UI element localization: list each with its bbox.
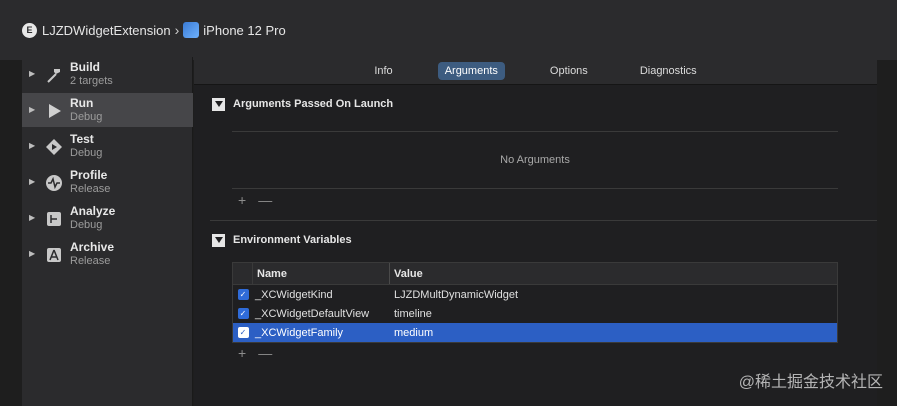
chevron-right-icon: › [174,22,180,38]
action-title: Analyze [70,204,116,218]
enabled-checkbox[interactable]: ✓ [237,289,249,300]
scheme-actions-sidebar: ▶ Build 2 targets ▶ Run Debug ▶ Test Deb… [22,57,193,406]
enabled-checkbox[interactable]: ✓ [237,327,249,338]
action-title: Test [70,132,94,146]
disclosure-icon[interactable]: ▶ [29,213,41,222]
disclosure-triangle-icon[interactable] [212,97,225,111]
action-subtitle: Debug [70,219,103,231]
archive-icon [44,245,64,265]
environment-section-header[interactable]: Environment Variables [212,232,352,248]
arguments-add-remove: + — [238,192,272,208]
action-subtitle: Debug [70,147,103,159]
scheme-bar: E LJZDWidgetExtension › iPhone 12 Pro [0,0,897,60]
sidebar-item-profile[interactable]: ▶ Profile Release [22,165,193,199]
tab-arguments[interactable]: Arguments [437,61,505,80]
add-argument-button[interactable]: + [238,192,246,208]
play-icon [44,101,64,121]
env-value[interactable]: medium [390,327,837,339]
env-name[interactable]: _XCWidgetFamily [253,327,390,339]
tab-info[interactable]: Info [367,62,399,80]
action-subtitle: Release [70,255,111,267]
env-name[interactable]: _XCWidgetDefaultView [253,308,390,320]
tab-diagnostics[interactable]: Diagnostics [633,62,704,80]
no-arguments-label: No Arguments [500,154,570,166]
environment-add-remove: + — [238,345,272,361]
disclosure-icon[interactable]: ▶ [29,105,41,114]
device-icon [183,22,200,38]
action-subtitle: Release [70,183,111,195]
action-title: Run [70,96,94,110]
action-subtitle: Debug [70,111,103,123]
value-column-header[interactable]: Value [390,263,837,284]
analyze-icon [44,209,64,229]
table-row[interactable]: ✓ _XCWidgetKind LJZDMultDynamicWidget [233,285,837,304]
device-name[interactable]: iPhone 12 Pro [203,23,285,38]
enabled-checkbox[interactable]: ✓ [237,308,249,319]
sidebar-item-run[interactable]: ▶ Run Debug [22,93,193,127]
tab-bar: Info Arguments Options Diagnostics [194,57,877,85]
sidebar-item-build[interactable]: ▶ Build 2 targets [22,57,193,91]
table-row[interactable]: ✓ _XCWidgetDefaultView timeline [233,304,837,323]
arguments-section-header[interactable]: Arguments Passed On Launch [212,96,393,112]
arguments-header-label: Arguments Passed On Launch [233,98,394,110]
action-title: Build [70,60,100,74]
environment-header-label: Environment Variables [233,234,352,246]
name-column-header[interactable]: Name [253,263,390,284]
add-variable-button[interactable]: + [238,345,246,361]
env-value[interactable]: timeline [390,308,837,320]
env-value[interactable]: LJZDMultDynamicWidget [390,289,837,301]
waveform-icon [44,173,64,193]
environment-variables-table: Name Value ✓ _XCWidgetKind LJZDMultDynam… [232,262,838,343]
tab-options[interactable]: Options [543,62,595,80]
disclosure-icon[interactable]: ▶ [29,177,41,186]
table-row[interactable]: ✓ _XCWidgetFamily medium [233,323,837,342]
arguments-list: No Arguments [232,131,838,189]
hammer-icon [44,65,64,85]
disclosure-icon[interactable]: ▶ [29,249,41,258]
scheme-name[interactable]: LJZDWidgetExtension [42,23,171,38]
disclosure-triangle-icon[interactable] [212,233,225,247]
remove-variable-button[interactable]: — [258,345,272,361]
action-subtitle: 2 targets [70,75,113,87]
section-divider [210,220,877,221]
action-title: Profile [70,168,108,182]
extension-icon: E [22,22,37,38]
disclosure-icon[interactable]: ▶ [29,69,41,78]
sidebar-item-archive[interactable]: ▶ Archive Release [22,237,193,271]
remove-argument-button[interactable]: — [258,192,272,208]
scheme-editor-main: Info Arguments Options Diagnostics Argum… [194,57,877,406]
sidebar-item-test[interactable]: ▶ Test Debug [22,129,193,163]
action-title: Archive [70,240,115,254]
env-name[interactable]: _XCWidgetKind [253,289,390,301]
diamond-play-icon [44,137,64,157]
table-header: Name Value [233,263,837,285]
checkbox-column-header [233,263,253,284]
disclosure-icon[interactable]: ▶ [29,141,41,150]
watermark: @稀土掘金技术社区 [738,374,883,391]
sidebar-item-analyze[interactable]: ▶ Analyze Debug [22,201,193,235]
